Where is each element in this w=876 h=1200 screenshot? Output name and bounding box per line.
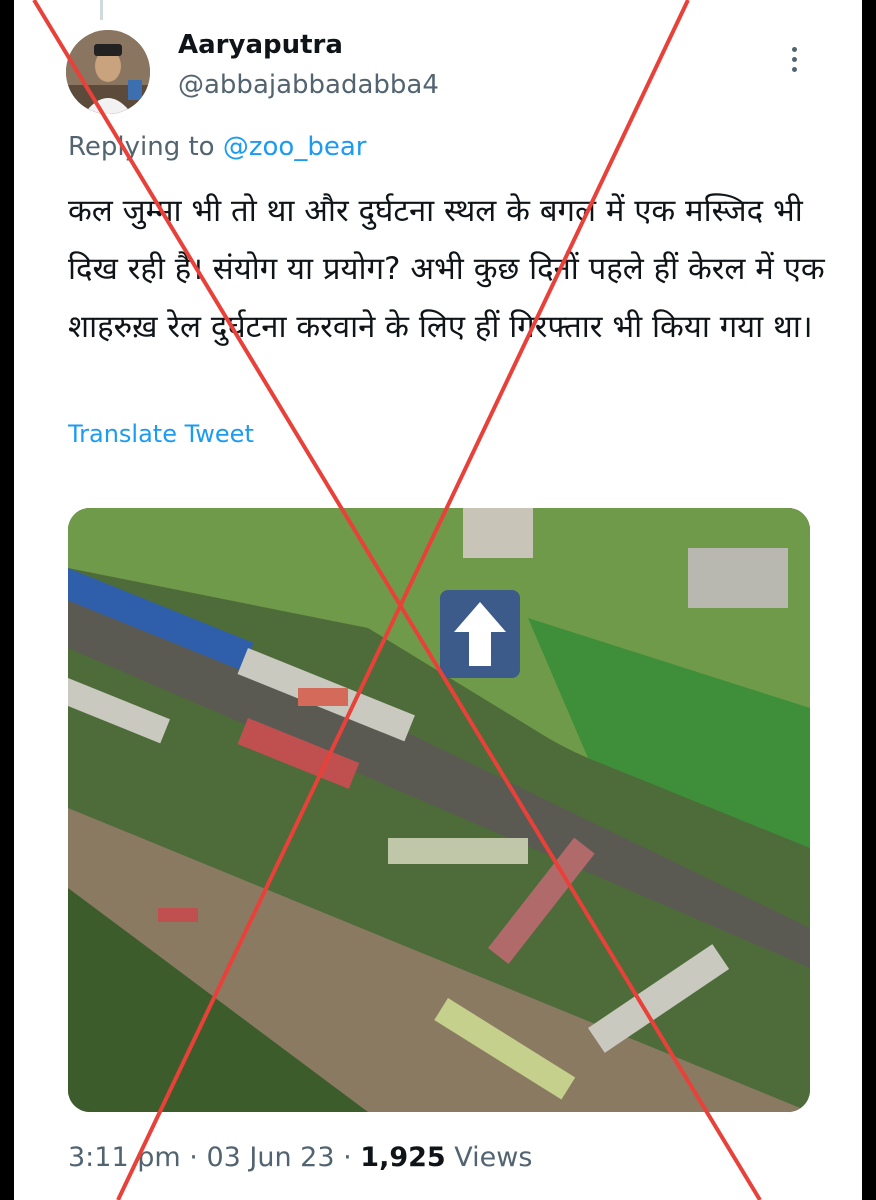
tweet-time[interactable]: 3:11 pm bbox=[68, 1142, 181, 1173]
translate-tweet-link[interactable]: Translate Tweet bbox=[68, 420, 254, 448]
thread-line bbox=[100, 0, 103, 20]
up-arrow-icon bbox=[440, 590, 520, 678]
views-label: Views bbox=[454, 1142, 533, 1173]
more-options-icon[interactable] bbox=[784, 42, 804, 82]
tweet-date[interactable]: 03 Jun 23 bbox=[206, 1142, 334, 1173]
replying-to: Replying to @zoo_bear bbox=[68, 132, 366, 162]
author-handle[interactable]: @abbajabbadabba4 bbox=[178, 70, 439, 100]
views-count: 1,925 bbox=[360, 1142, 446, 1173]
tweet-meta: 3:11 pm · 03 Jun 23 · 1,925 Views bbox=[68, 1142, 532, 1173]
avatar[interactable] bbox=[66, 30, 150, 114]
tweet-card: Aaryaputra @abbajabbadabba4 Replying to … bbox=[14, 0, 862, 1200]
meta-separator-1: · bbox=[189, 1142, 198, 1173]
author-name[interactable]: Aaryaputra bbox=[178, 30, 343, 60]
tweet-image[interactable] bbox=[68, 508, 810, 1112]
reply-to-link[interactable]: @zoo_bear bbox=[223, 132, 367, 162]
tweet-text: कल जुम्मा भी तो था और दुर्घटना स्थल के ब… bbox=[68, 193, 825, 345]
reply-prefix: Replying to bbox=[68, 132, 215, 162]
meta-separator-2: · bbox=[343, 1142, 352, 1173]
